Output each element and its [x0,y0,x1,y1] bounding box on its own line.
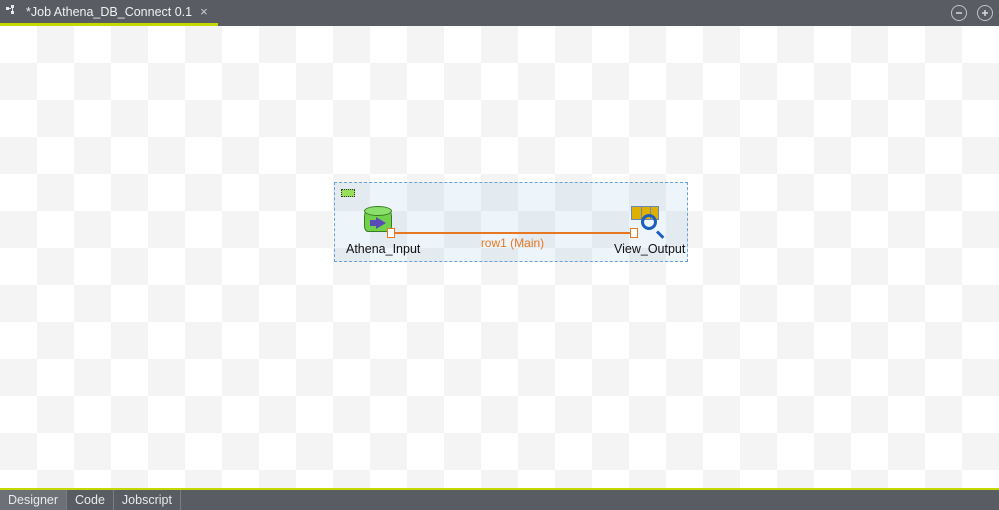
tab-jobscript[interactable]: Jobscript [114,490,181,510]
connection-line [395,232,630,234]
component-label: View_Output [614,242,685,256]
design-canvas[interactable]: Athena_Input row1 (Main) View_Output [0,26,999,488]
editor-header-controls [951,0,993,26]
job-icon [6,5,20,19]
connection-label: row1 (Main) [395,236,630,250]
editor-footer-tabs: Designer Code Jobscript [0,488,999,510]
connection-row1[interactable]: row1 (Main) [395,226,630,240]
table-view-icon [631,206,669,240]
component-view-output[interactable]: View_Output [614,206,685,256]
tab-designer[interactable]: Designer [0,490,67,510]
connection-port-start[interactable] [387,228,395,238]
editor-tab-title: *Job Athena_DB_Connect 0.1 [26,5,192,19]
tab-code[interactable]: Code [67,490,114,510]
minimize-button[interactable] [951,5,967,21]
editor-tab-bar: *Job Athena_DB_Connect 0.1 × [0,0,999,26]
close-icon[interactable]: × [198,4,210,19]
editor-tab-active[interactable]: *Job Athena_DB_Connect 0.1 × [0,0,218,26]
maximize-button[interactable] [977,5,993,21]
selection-handle[interactable] [341,189,355,197]
